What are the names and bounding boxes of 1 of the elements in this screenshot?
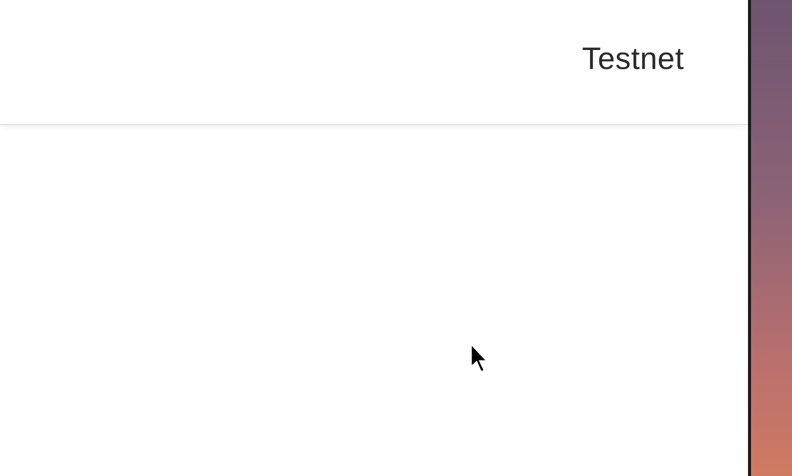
network-label: Testnet — [582, 41, 684, 77]
